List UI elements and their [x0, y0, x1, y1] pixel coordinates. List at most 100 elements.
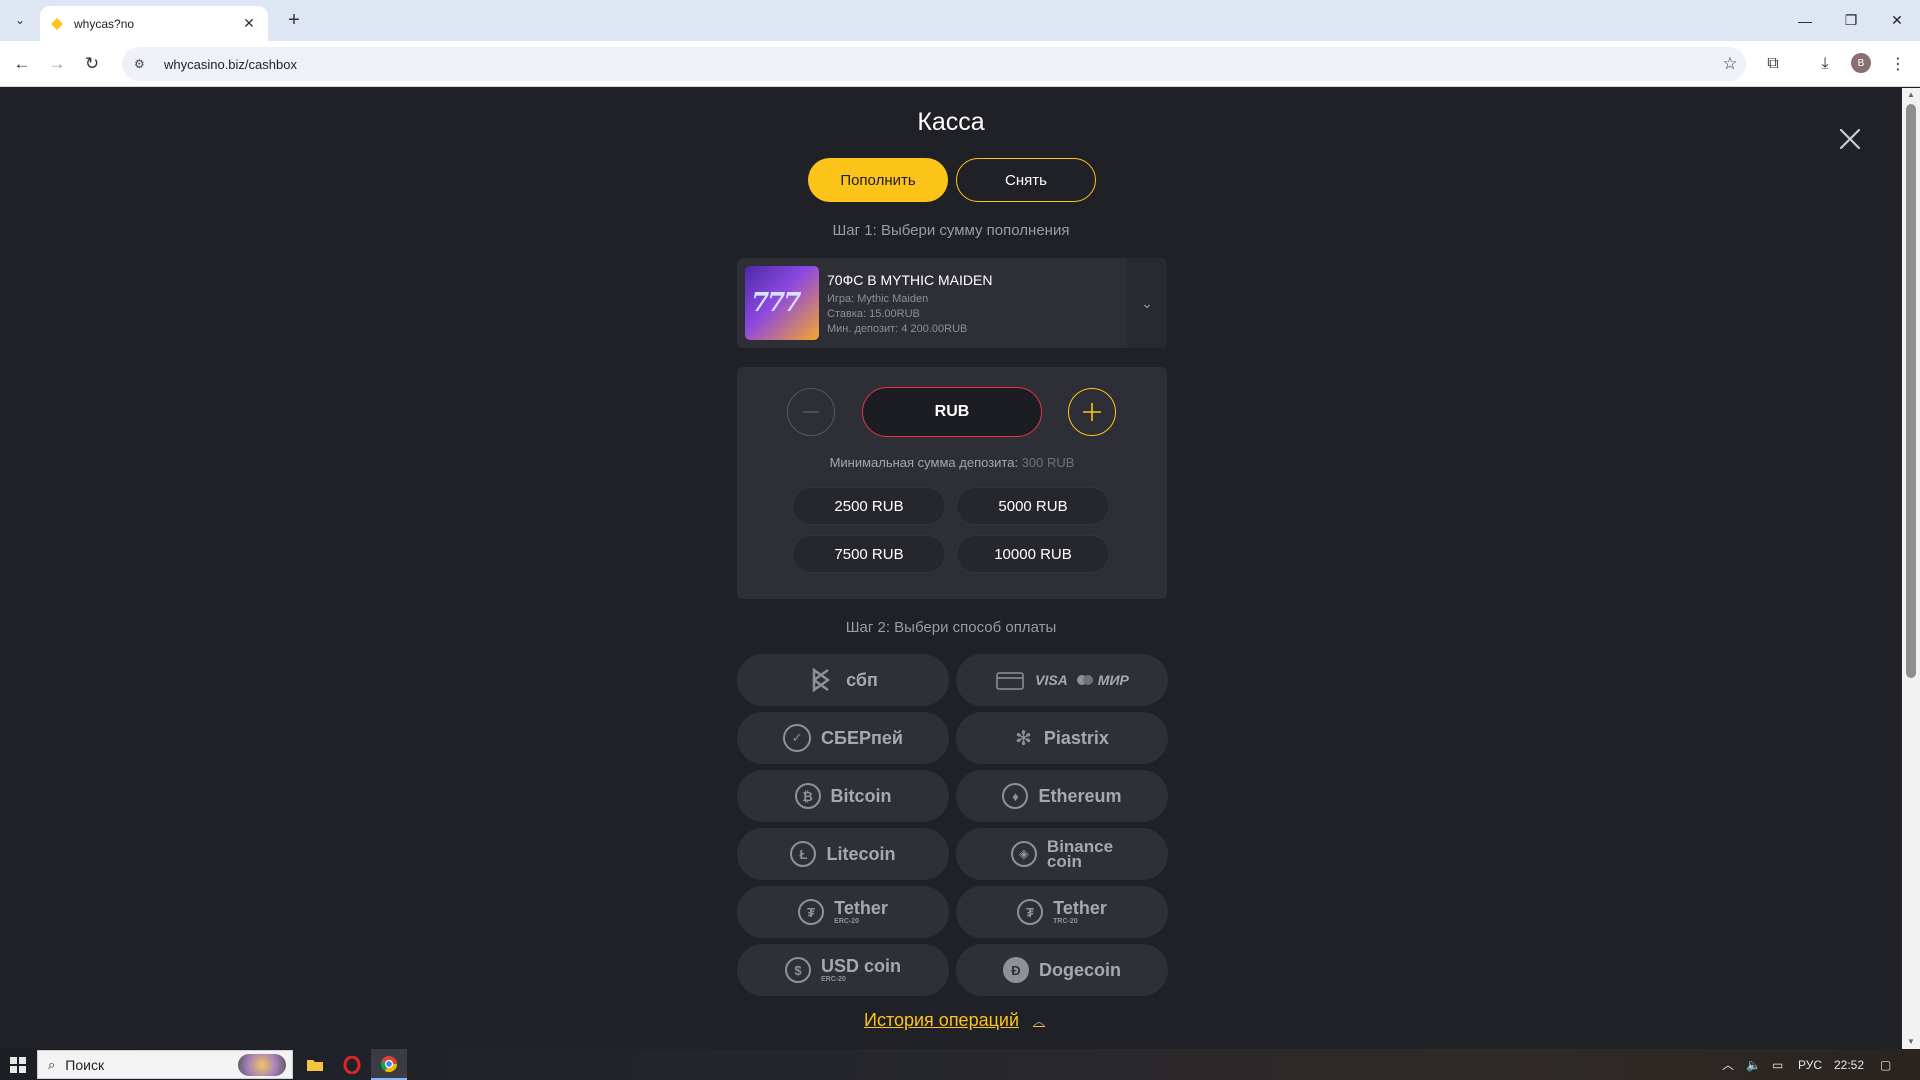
payment-tether-erc20-button[interactable]: ₮ Tether ERC-20: [737, 886, 949, 938]
payment-label: Litecoin: [826, 844, 896, 864]
payment-network: ERC-20: [820, 976, 846, 983]
payment-label: Bitcoin: [830, 786, 892, 806]
payment-label: Ethereum: [1038, 786, 1122, 806]
tab-search-chevron-icon[interactable]: ⌄: [8, 8, 32, 32]
window-close-icon[interactable]: ✕: [1874, 0, 1920, 41]
payment-sberpay-button[interactable]: ✓ СБЕРпей: [737, 712, 949, 764]
payment-tether-trc20-button[interactable]: ₮ Tether TRC-20: [956, 886, 1168, 938]
history-label[interactable]: История операций: [864, 1010, 1019, 1031]
payment-label: СБЕРпей: [821, 728, 903, 748]
amount-panel: RUB Минимальная сумма депозита: 300 RUB …: [737, 367, 1167, 599]
piastrix-icon: ✻: [1015, 727, 1032, 750]
bonus-game: Игра: Mythic Maiden: [827, 293, 929, 305]
litecoin-icon: Ł: [790, 841, 817, 867]
payment-litecoin-button[interactable]: Ł Litecoin: [737, 828, 949, 880]
search-highlight-image: [238, 1053, 286, 1076]
file-explorer-icon[interactable]: [297, 1049, 333, 1080]
browser-tab-bar: ⌄ whycas?no ✕ + — ❐ ✕: [0, 0, 1920, 41]
plus-icon: [1083, 403, 1101, 421]
site-info-icon[interactable]: ⚙: [134, 57, 154, 71]
site-favicon-icon: [51, 17, 63, 30]
page-scrollbar[interactable]: ▲ ▼: [1902, 88, 1920, 1049]
payment-binance-button[interactable]: ◈ Binance coin: [956, 828, 1168, 880]
dogecoin-icon: Ð: [1002, 957, 1029, 983]
taskbar-search[interactable]: ⌕ Поиск: [37, 1050, 293, 1079]
chrome-icon[interactable]: [371, 1049, 407, 1080]
minus-icon: [803, 411, 819, 413]
bonus-title: 70ФС В MYTHIC MAIDEN: [827, 272, 993, 288]
deposit-tab-button[interactable]: Пополнить: [808, 158, 948, 202]
cashbox-page: Касса Пополнить Снять Шаг 1: Выбери сумм…: [0, 88, 1902, 1049]
mir-label: МИР: [1097, 672, 1129, 688]
history-link[interactable]: История операций ︿: [864, 1010, 1045, 1031]
card-icon: [996, 672, 1024, 690]
increase-amount-button[interactable]: [1068, 388, 1116, 436]
bonus-bet: Ставка: 15.00RUB: [827, 308, 920, 320]
windows-start-icon[interactable]: [10, 1057, 26, 1073]
extensions-icon[interactable]: ⧉: [1761, 52, 1785, 76]
tab-title: whycas?no: [74, 16, 135, 31]
payment-usdc-button[interactable]: $ USD coin ERC-20: [737, 944, 949, 996]
payment-sbp-button[interactable]: сбп: [737, 654, 949, 706]
withdraw-tab-button[interactable]: Снять: [956, 158, 1096, 202]
amount-input[interactable]: RUB: [862, 387, 1042, 437]
ethereum-icon: ♦: [1002, 783, 1029, 809]
preset-amount-button[interactable]: 10000 RUB: [956, 535, 1110, 573]
payment-label: Dogecoin: [1038, 960, 1121, 980]
binance-icon: ◈: [1010, 841, 1037, 867]
payment-piastrix-button[interactable]: ✻ Piastrix: [956, 712, 1168, 764]
step1-label: Шаг 1: Выбери сумму пополнения: [832, 222, 1070, 239]
bonus-selector[interactable]: 777 70ФС В MYTHIC MAIDEN Игра: Mythic Ma…: [737, 258, 1167, 348]
bookmark-star-icon[interactable]: ☆: [1714, 54, 1746, 74]
bonus-game-thumbnail: 777: [745, 266, 819, 340]
network-icon[interactable]: ▭: [1772, 1049, 1783, 1080]
search-icon: ⌕: [48, 1056, 56, 1072]
tray-chevron-up-icon[interactable]: ︿: [1722, 1049, 1734, 1080]
browser-toolbar: ← → ↻ ⚙ whycasino.biz/cashbox ☆ ⧉ ⤓ ⋮: [0, 41, 1920, 87]
taskbar-search-placeholder[interactable]: Поиск: [65, 1057, 238, 1073]
browser-menu-icon[interactable]: ⋮: [1886, 52, 1910, 76]
url-text[interactable]: whycasino.biz/cashbox: [164, 57, 1714, 72]
min-deposit-label: Минимальная сумма депозита:: [829, 455, 1019, 470]
restore-icon[interactable]: ❐: [1828, 0, 1874, 41]
scroll-down-icon[interactable]: ▼: [1902, 1035, 1920, 1049]
step2-label: Шаг 2: Выбери способ оплаты: [845, 619, 1057, 636]
profile-avatar[interactable]: B: [1851, 53, 1871, 73]
payment-label: сбп: [846, 670, 878, 690]
reload-icon[interactable]: ↻: [78, 50, 106, 78]
notifications-icon[interactable]: ▢: [1880, 1049, 1891, 1080]
preset-amount-button[interactable]: 7500 RUB: [792, 535, 946, 573]
preset-amount-button[interactable]: 2500 RUB: [792, 487, 946, 525]
browser-tab[interactable]: whycas?no ✕: [40, 6, 268, 41]
language-indicator[interactable]: РУС: [1798, 1049, 1822, 1080]
back-icon[interactable]: ←: [8, 50, 36, 78]
payment-bitcoin-button[interactable]: ₿ Bitcoin: [737, 770, 949, 822]
clock[interactable]: 22:52: [1834, 1049, 1864, 1080]
payment-label: Tether: [834, 898, 888, 918]
min-deposit-value: 300 RUB: [1021, 455, 1075, 470]
bonus-min-deposit: Мин. депозит: 4 200.00RUB: [827, 323, 968, 335]
address-bar[interactable]: ⚙ whycasino.biz/cashbox ☆: [122, 47, 1746, 81]
volume-icon[interactable]: 🔈: [1746, 1049, 1761, 1080]
scroll-thumb[interactable]: [1906, 104, 1916, 678]
payment-label: USD coin: [820, 956, 901, 976]
payment-ethereum-button[interactable]: ♦ Ethereum: [956, 770, 1168, 822]
preset-amount-button[interactable]: 5000 RUB: [956, 487, 1110, 525]
minimize-icon[interactable]: —: [1782, 0, 1828, 41]
decrease-amount-button[interactable]: [787, 388, 835, 436]
payment-card-button[interactable]: VISA МИР: [956, 654, 1168, 706]
opera-icon[interactable]: [334, 1049, 370, 1080]
min-deposit-note: Минимальная сумма депозита: 300 RUB: [737, 455, 1167, 470]
chevron-down-icon[interactable]: ⌄: [1127, 258, 1167, 348]
usd-coin-icon: $: [784, 957, 811, 983]
payment-network: ERC-20: [834, 918, 860, 925]
forward-icon[interactable]: →: [43, 50, 71, 78]
new-tab-button[interactable]: +: [282, 8, 306, 32]
chevron-up-icon[interactable]: ︿: [1033, 1012, 1045, 1029]
scroll-up-icon[interactable]: ▲: [1902, 88, 1920, 102]
download-icon[interactable]: ⤓: [1813, 52, 1837, 76]
os-taskbar: ⌕ Поиск: [0, 1049, 1920, 1080]
modal-title: Касса: [917, 108, 985, 136]
payment-dogecoin-button[interactable]: Ð Dogecoin: [956, 944, 1168, 996]
tab-close-icon[interactable]: ✕: [240, 15, 258, 32]
